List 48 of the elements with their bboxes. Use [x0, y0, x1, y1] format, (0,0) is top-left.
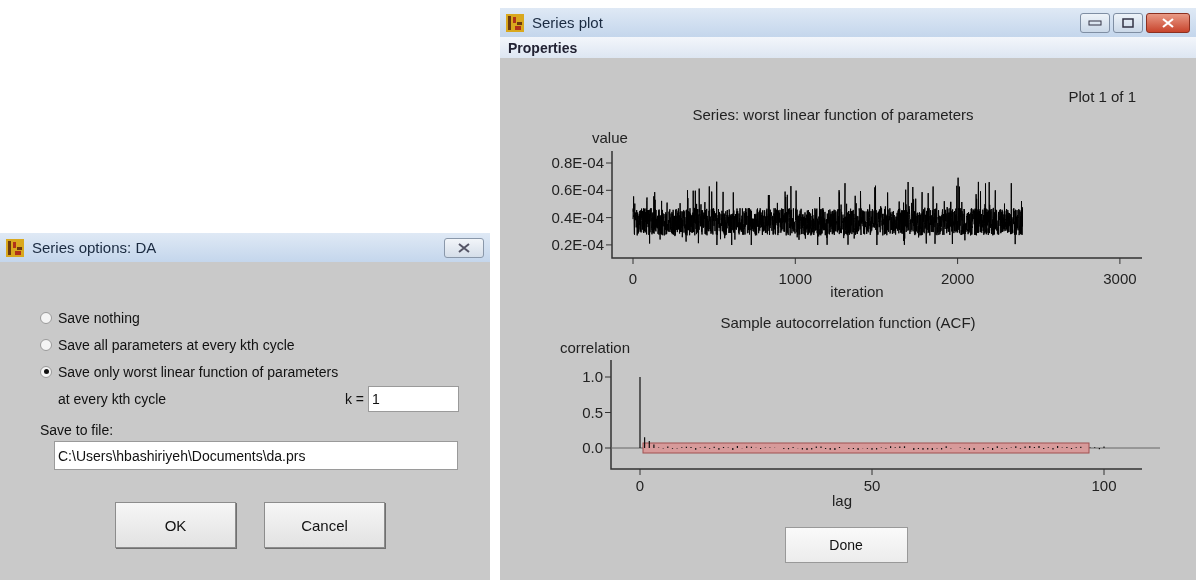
maximize-icon — [1122, 17, 1134, 28]
app-icon — [6, 238, 24, 257]
tick-label: 1000 — [778, 270, 812, 287]
close-button[interactable] — [1146, 12, 1190, 33]
menu-item[interactable]: Properties — [508, 39, 578, 56]
window-title: Series plot — [532, 14, 603, 31]
field-label: Save to file: — [40, 422, 114, 438]
tick-label: 0 — [635, 477, 645, 494]
tick-label: 0.8E-04 — [551, 154, 604, 171]
plot-counter: Plot 1 of 1 — [1068, 88, 1136, 105]
axis-label: value — [592, 129, 628, 146]
tick-label: 0.2E-04 — [551, 235, 604, 253]
close-button[interactable] — [444, 237, 484, 258]
axis-label: lag — [832, 492, 852, 509]
chart-title: Series: worst linear function of parameters — [692, 106, 974, 123]
maximize-button[interactable] — [1113, 12, 1143, 33]
close-icon — [1162, 17, 1174, 28]
tick-label: 2000 — [940, 270, 975, 287]
chart-title: Sample autocorrelation function (ACF) — [720, 314, 976, 331]
axis-label: iteration — [830, 283, 884, 300]
file-path-field[interactable]: C:\Users\hbashiriyeh\Documents\da.prs — [54, 441, 458, 470]
option-label: Save all parameters at every kth cycle — [58, 336, 295, 353]
axis-label: correlation — [560, 339, 631, 356]
option-label: Save nothing — [58, 309, 140, 326]
tick-label: 100 — [1091, 477, 1117, 494]
option-label: Save only worst linear function of parameters — [58, 363, 339, 380]
radio-button[interactable] — [40, 311, 52, 324]
app-icon — [506, 13, 524, 32]
k-field[interactable]: 1 — [368, 386, 459, 412]
tick-label: 0.5 — [582, 403, 603, 421]
radio-button[interactable] — [40, 365, 52, 378]
tick-label: 3000 — [1103, 270, 1137, 287]
radio-button[interactable] — [40, 338, 52, 351]
k-label: k = — [344, 391, 364, 407]
tick-label: 50 — [863, 477, 881, 494]
tick-label: 1.0 — [582, 368, 603, 385]
minimize-button[interactable] — [1080, 12, 1110, 33]
minimize-icon — [1088, 19, 1102, 26]
dialog-button[interactable]: OK — [115, 502, 236, 548]
tick-label: 0 — [628, 270, 638, 287]
dialog-title: Series options: DA — [32, 239, 157, 256]
option-label: at every kth cycle — [58, 391, 167, 407]
tick-label: 0.6E-04 — [551, 181, 604, 199]
tick-label: 0.4E-04 — [551, 208, 604, 226]
tick-label: 0.0 — [582, 439, 603, 456]
close-icon — [458, 242, 470, 253]
dialog-button[interactable]: Cancel — [264, 502, 385, 548]
done-button[interactable]: Done — [784, 527, 908, 563]
